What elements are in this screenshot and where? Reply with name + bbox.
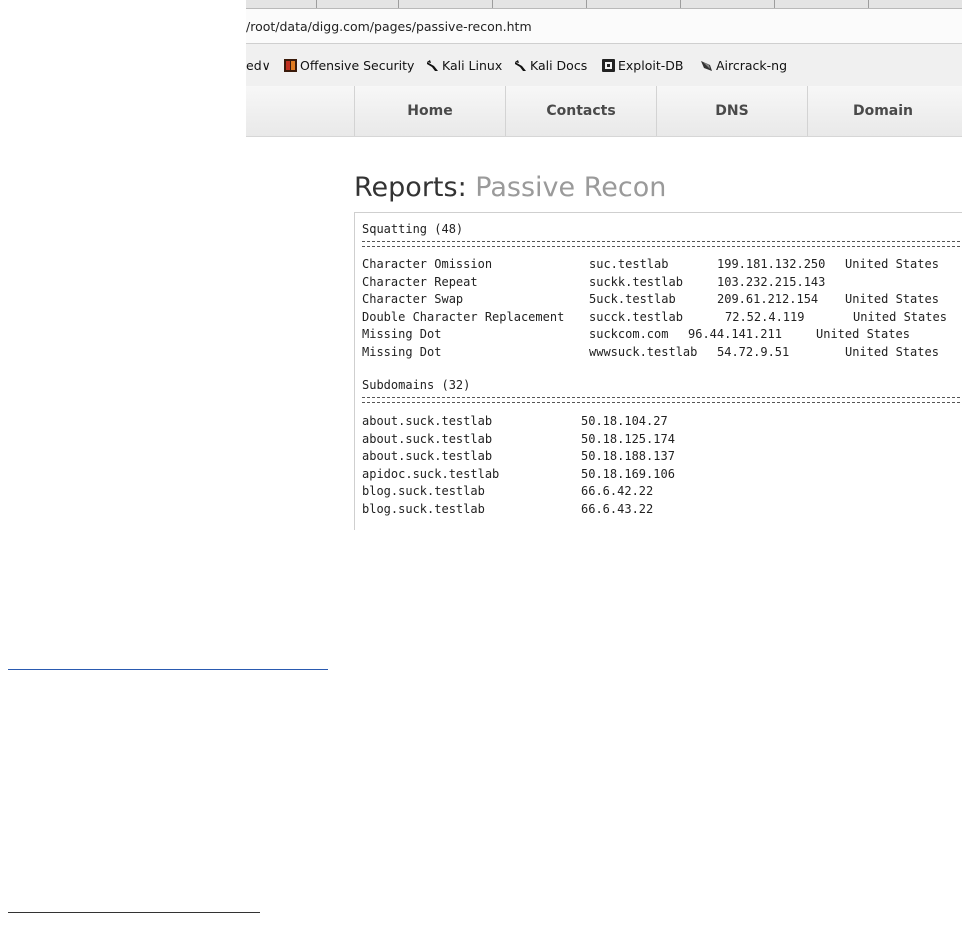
squat-country: United States: [853, 309, 947, 324]
offsec-icon: [284, 59, 297, 72]
page-title-main: Reports:: [354, 172, 467, 203]
squat-country: United States: [845, 292, 939, 306]
subdomains-header: Subdomains (32): [362, 378, 471, 392]
kali-dragon-icon: [427, 60, 438, 71]
bookmark-label: Aircrack-ng: [716, 58, 788, 73]
nav-domain[interactable]: Domain: [807, 86, 958, 136]
bookmark-label: Kali Linux: [442, 58, 503, 73]
bookmark-label: ed∨: [246, 58, 271, 73]
kali-dragon-icon: [515, 60, 526, 71]
squat-type: Missing Dot: [362, 327, 442, 341]
subdomain-host: about.suck.testlab: [362, 449, 493, 463]
subdomain-host: blog.suck.testlab: [362, 484, 485, 498]
squat-ip: 54.72.9.51: [717, 344, 790, 359]
squat-domain: suckk.testlab: [589, 274, 683, 289]
bookmark-kali-linux[interactable]: Kali Linux: [426, 58, 502, 73]
squat-type: Missing Dot: [362, 344, 442, 359]
squat-country: United States: [845, 344, 939, 359]
squat-ip: 199.181.132.250: [717, 257, 826, 271]
tab-strip[interactable]: [246, 0, 962, 9]
bookmark-aircrack-ng[interactable]: Aircrack-ng: [700, 58, 787, 73]
squatting-header: Squatting (48): [362, 222, 464, 236]
squat-domain: wwwsuck.testlab: [589, 344, 698, 359]
subdomain-ip: 50.18.104.27: [581, 414, 668, 428]
squat-country: United States: [845, 257, 939, 271]
bookmark-label: Kali Docs: [530, 58, 588, 73]
subdomain-host: about.suck.testlab: [362, 414, 493, 428]
page-title-sub: Passive Recon: [475, 172, 667, 203]
subdomain-ip: 50.18.188.137: [581, 449, 675, 463]
subdomain-ip: 50.18.125.174: [581, 431, 675, 446]
squat-country: United States: [816, 327, 910, 341]
tab-separator: [868, 0, 869, 8]
bookmarks-toolbar: ed∨ Offensive Security Kali Linux Kali D…: [246, 44, 962, 87]
subdomain-ip: 66.6.43.22: [581, 501, 654, 516]
squat-ip: 72.52.4.119: [725, 309, 805, 324]
tab-separator: [492, 0, 493, 8]
page-title: Reports: Passive Recon: [354, 172, 666, 203]
subdomain-host: apidoc.suck.testlab: [362, 466, 500, 481]
nav-contacts[interactable]: Contacts: [505, 86, 656, 136]
squat-domain: succk.testlab: [589, 309, 683, 324]
bookmark-label: Offensive Security: [300, 58, 415, 73]
bookmark-exploit-db[interactable]: Exploit-DB: [602, 58, 683, 73]
squat-domain: suckcom.com: [589, 327, 669, 341]
squat-ip: 103.232.215.143: [717, 274, 826, 289]
subdomain-ip: 66.6.42.22: [581, 484, 654, 498]
screenshot-area: /root/data/digg.com/pages/passive-recon.…: [246, 0, 962, 530]
section-rule: [362, 241, 962, 247]
bookmark-kali-docs[interactable]: Kali Docs: [514, 58, 587, 73]
aircrack-icon: [701, 61, 712, 71]
squat-ip: 209.61.212.154: [717, 292, 819, 306]
bookmark-offensive-security[interactable]: Offensive Security: [284, 58, 414, 73]
exploitdb-icon: [602, 59, 615, 72]
squat-ip: 96.44.141.211: [688, 327, 782, 341]
link-underline: [8, 669, 328, 670]
nav-home[interactable]: Home: [354, 86, 505, 136]
squat-type: Character Swap: [362, 292, 464, 306]
subdomain-host: blog.suck.testlab: [362, 501, 485, 516]
bookmark-most-visited[interactable]: ed∨: [246, 58, 271, 73]
squat-domain: suc.testlab: [589, 257, 669, 271]
squat-type: Double Character Replacement: [362, 309, 565, 324]
tab-separator: [774, 0, 775, 8]
footnote-rule: [8, 912, 260, 913]
tab-separator: [316, 0, 317, 8]
site-nav: Home Contacts DNS Domain: [246, 86, 962, 137]
section-rule: [362, 397, 962, 403]
url-text[interactable]: /root/data/digg.com/pages/passive-recon.…: [246, 19, 532, 34]
tab-separator: [680, 0, 681, 8]
subdomain-ip: 50.18.169.106: [581, 466, 675, 481]
report-panel: Squatting (48) Character Omission suc.te…: [354, 212, 962, 530]
subdomain-host: about.suck.testlab: [362, 431, 493, 446]
tab-separator: [586, 0, 587, 8]
bookmark-label: Exploit-DB: [618, 58, 684, 73]
tab-separator: [398, 0, 399, 8]
squat-type: Character Repeat: [362, 274, 478, 289]
nav-dns[interactable]: DNS: [656, 86, 807, 136]
squat-type: Character Omission: [362, 257, 493, 271]
address-bar[interactable]: /root/data/digg.com/pages/passive-recon.…: [246, 9, 962, 44]
squat-domain: 5uck.testlab: [589, 292, 676, 306]
